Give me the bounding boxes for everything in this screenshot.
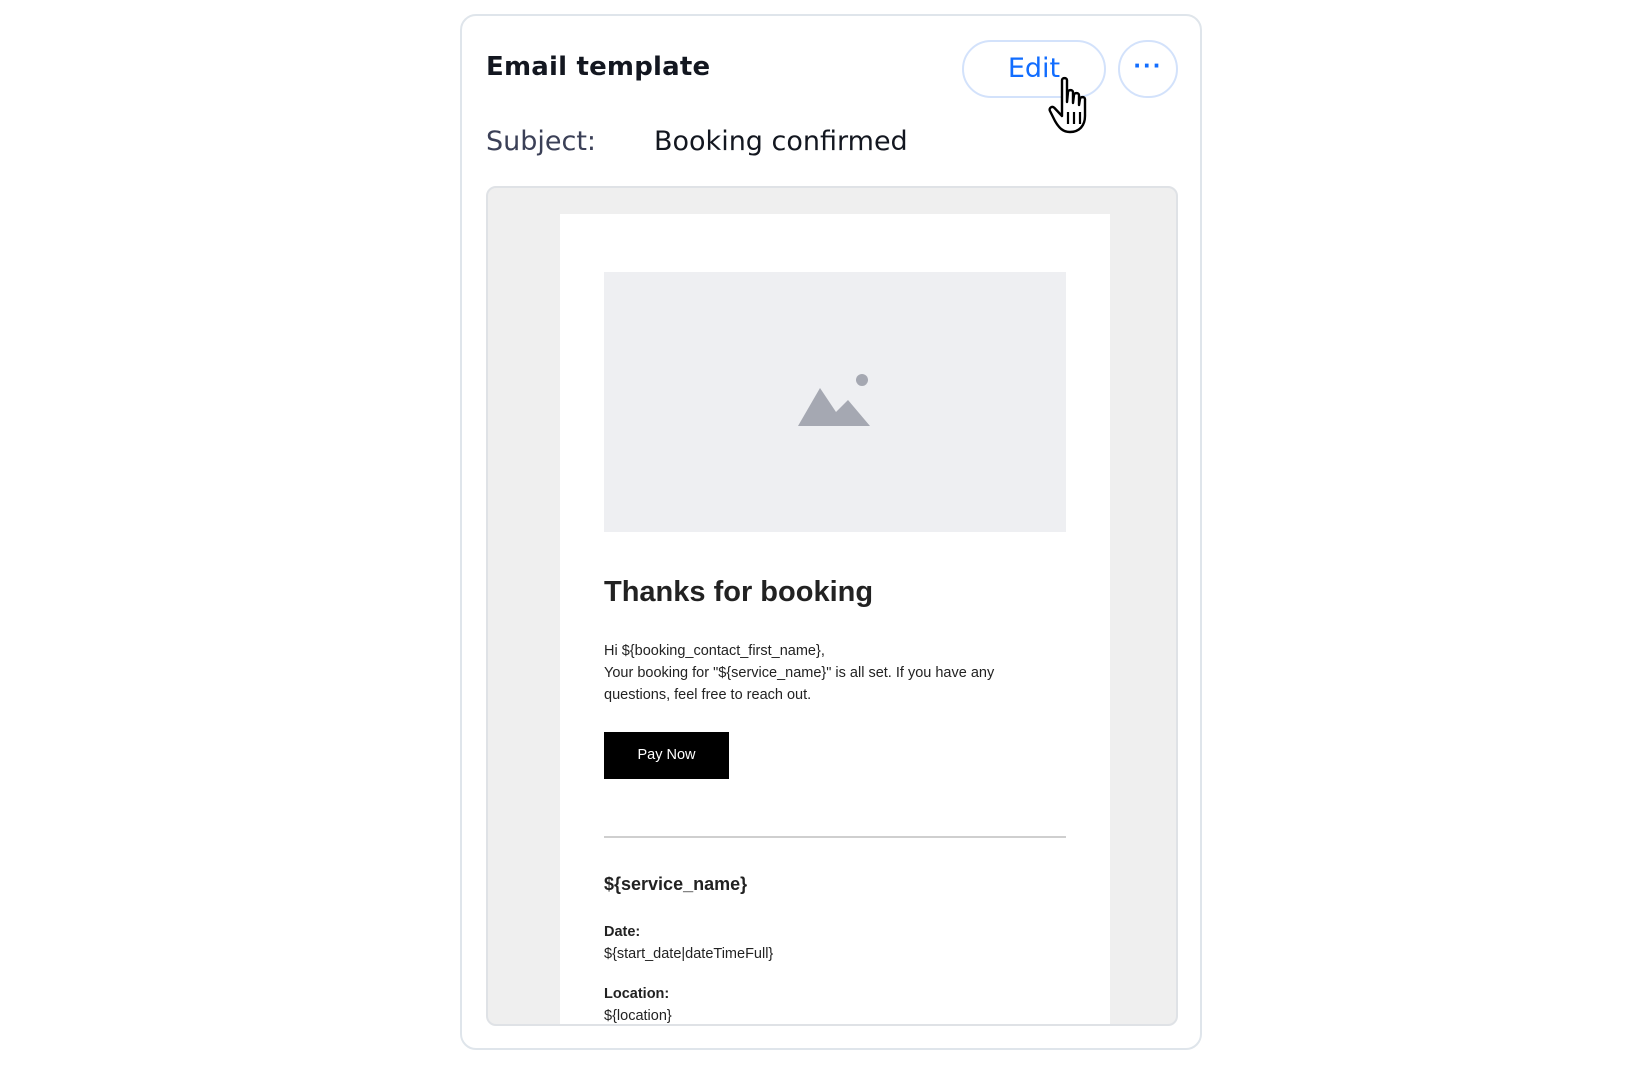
hero-image-placeholder: [604, 272, 1066, 532]
email-body: Hi ${booking_contact_first_name}, Your b…: [604, 640, 1024, 706]
email-template-card: Email template Edit ··· Subject: Booking…: [460, 14, 1202, 1050]
location-value: ${location}: [604, 1008, 672, 1024]
date-label: Date:: [604, 924, 641, 940]
subject-value: Booking confirmed: [654, 126, 908, 157]
email-body-line: Your booking for "${service_name}" is al…: [604, 665, 995, 681]
edit-button[interactable]: Edit: [962, 40, 1106, 98]
divider: [604, 836, 1066, 838]
subject-label: Subject:: [486, 126, 597, 157]
more-actions-button[interactable]: ···: [1118, 40, 1178, 98]
date-value: ${start_date|dateTimeFull}: [604, 946, 774, 962]
location-label: Location:: [604, 986, 670, 1002]
image-placeholder-icon: [798, 374, 870, 426]
email-body-line: Hi ${booking_contact_first_name},: [604, 643, 825, 659]
email-body-line: questions, feel free to reach out.: [604, 687, 812, 703]
service-name-heading: ${service_name}: [604, 874, 748, 894]
email-preview: Thanks for booking Hi ${booking_contact_…: [560, 214, 1110, 1024]
card-title: Email template: [486, 52, 711, 82]
pay-now-button[interactable]: Pay Now: [604, 732, 729, 779]
email-preview-frame[interactable]: Thanks for booking Hi ${booking_contact_…: [486, 186, 1178, 1026]
email-heading: Thanks for booking: [604, 576, 874, 608]
